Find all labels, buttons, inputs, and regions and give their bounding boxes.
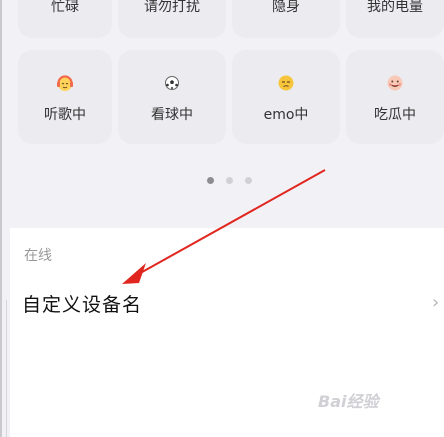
tile-battery[interactable]: 我的电量 bbox=[346, 0, 444, 38]
tile-label: 隐身 bbox=[272, 0, 300, 15]
tile-do-not-disturb[interactable]: 请勿打扰 bbox=[118, 0, 226, 38]
chevron-right-icon[interactable]: › bbox=[432, 292, 439, 313]
tile-label: emo中 bbox=[263, 107, 309, 123]
page-dot[interactable] bbox=[226, 177, 233, 184]
tile-emo[interactable]: emo中 bbox=[232, 50, 340, 144]
page-indicator bbox=[207, 177, 252, 184]
left-border bbox=[0, 0, 2, 437]
tile-watching-football[interactable]: 看球中 bbox=[118, 50, 226, 144]
tile-label: 吃瓜中 bbox=[374, 107, 416, 123]
soccer-ball-icon bbox=[163, 74, 181, 92]
online-panel bbox=[10, 228, 444, 437]
tile-invisible[interactable]: 隐身 bbox=[232, 0, 340, 38]
smirk-emoji-icon bbox=[277, 74, 295, 92]
watermark: Bai经验 bbox=[318, 392, 379, 411]
tile-label: 忙碌 bbox=[51, 0, 79, 15]
custom-device-name-row[interactable]: 自定义设备名 bbox=[22, 290, 142, 317]
page-dot-active[interactable] bbox=[207, 177, 214, 184]
yum-emoji-icon bbox=[386, 74, 404, 92]
tile-eating-melon[interactable]: 吃瓜中 bbox=[346, 50, 444, 144]
tile-busy[interactable]: 忙碌 bbox=[18, 0, 112, 38]
left-divider bbox=[6, 300, 7, 437]
tile-label: 看球中 bbox=[151, 107, 193, 123]
page-dot[interactable] bbox=[245, 177, 252, 184]
headphones-emoji-icon bbox=[56, 74, 74, 92]
tile-label: 听歌中 bbox=[44, 107, 86, 123]
tile-label: 请勿打扰 bbox=[144, 0, 200, 15]
section-label-online: 在线 bbox=[24, 248, 52, 264]
tile-label: 我的电量 bbox=[367, 0, 423, 15]
tile-listening-music[interactable]: 听歌中 bbox=[18, 50, 112, 144]
